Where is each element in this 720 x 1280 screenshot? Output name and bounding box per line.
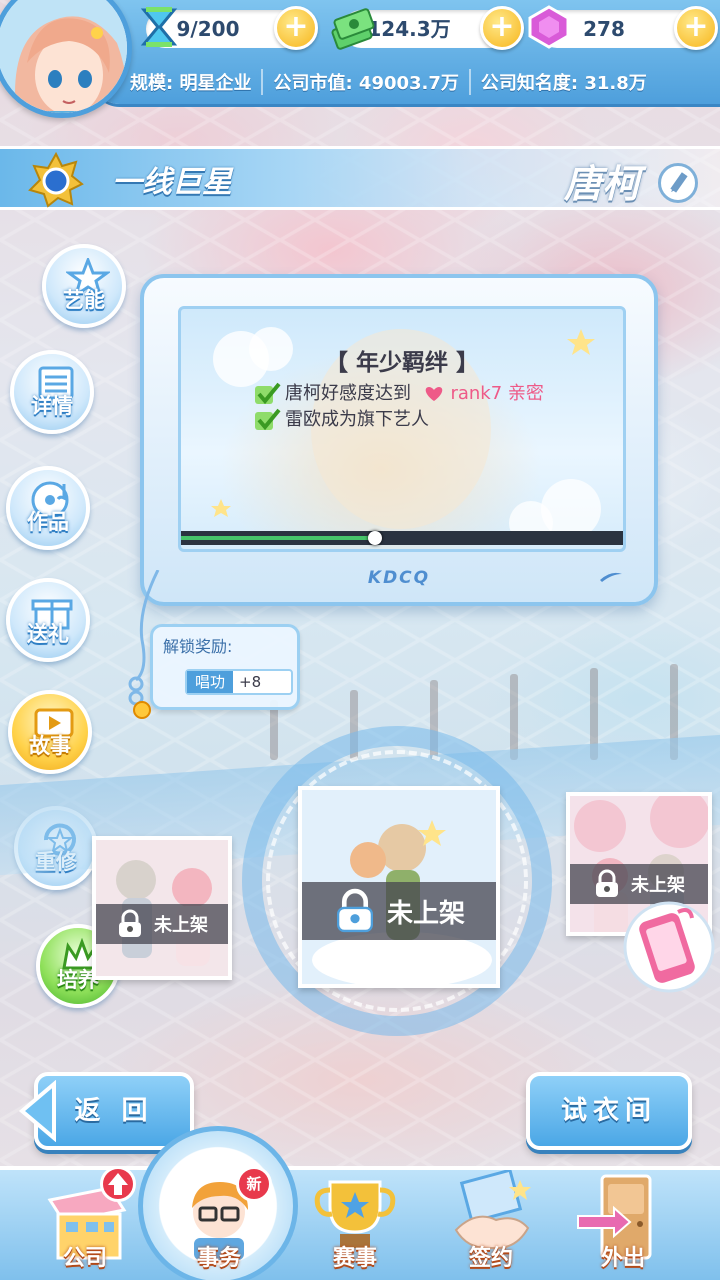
side-button-label: 故事 [29,734,71,758]
phone-icon[interactable] [620,898,718,996]
side-button-skills[interactable]: 艺能 [42,244,126,328]
nav-events[interactable]: 赛事 [300,1170,410,1276]
reward-title: 解锁奖励: [163,637,233,656]
lock-icon [119,909,141,937]
side-button-details[interactable]: 详情 [10,350,94,434]
artist-title-bar: 一线巨星 唐柯 [0,146,720,210]
lock-icon [596,869,618,897]
story-card-left[interactable]: 未上架 [92,836,232,980]
arrow-up-icon [108,1173,128,1195]
company-scale: 规模: 明星企业 [130,73,252,94]
heart-icon [425,387,443,401]
progress-knob[interactable] [368,531,383,545]
condition-text: 雷欧成为旗下艺人 [285,409,429,430]
back-button[interactable]: 返 回 [18,1072,194,1150]
tv-brand-logo: KDCQ [367,568,431,588]
rank-medal-icon [28,152,84,208]
wardrobe-button[interactable]: 试衣间 [526,1072,692,1150]
side-button-label: 详情 [31,394,73,418]
new-badge: 新 [236,1166,272,1202]
unlock-reward-box: 解锁奖励: 唱功 +8 [150,624,300,710]
edit-name-button[interactable] [658,163,698,203]
nav-outing[interactable]: 外出 [568,1170,678,1276]
back-button-label: 返 回 [74,1096,154,1126]
story-progress-bar[interactable] [181,531,623,545]
story-screen[interactable]: 【 年少羁绊 】 唐柯好感度达到 rank7 亲密 雷欧成为旗下艺人 [178,306,626,552]
wardrobe-button-label: 试衣间 [560,1096,657,1126]
unlock-condition-artist: 雷欧成为旗下艺人 [253,405,429,432]
upgrade-badge [100,1166,136,1202]
progress-fill [181,536,376,540]
card-status: 未上架 [386,898,465,929]
story-card-center[interactable]: 未上架 [298,786,500,988]
side-button-works[interactable]: 作品 [6,466,90,550]
locked-overlay: 未上架 [302,882,496,940]
checkmark-icon [255,408,281,431]
top-resource-bar: 9/200 + 124.3万 + 278 + 规模: 明星企业 公司市值: 49… [90,0,720,104]
arrow-left-icon [18,1080,56,1142]
add-stamina-button[interactable]: + [274,6,318,50]
money-stack-icon [331,8,375,50]
pencil-icon [670,172,688,193]
locked-overlay: 未上架 [96,904,228,944]
side-button-label: 送礼 [27,622,69,646]
artist-name: 唐柯 [563,162,640,206]
card-status: 未上架 [631,875,685,896]
company-fame: 公司知名度: 31.8万 [480,73,647,94]
card-status: 未上架 [154,915,208,936]
side-button-story[interactable]: 故事 [8,690,92,774]
story-tv-panel: 【 年少羁绊 】 唐柯好感度达到 rank7 亲密 雷欧成为旗下艺人 KDCQ [140,274,658,606]
add-gem-button[interactable]: + [674,6,718,50]
nav-contract[interactable]: 签约 [436,1168,546,1276]
nav-label: 事务 [196,1246,241,1271]
condition-text: 唐柯好感度达到 [285,383,411,404]
company-stats: 规模: 明星企业 公司市值: 49003.7万 公司知名度: 31.8万 [120,64,710,100]
reward-item: 唱功 +8 [185,669,293,695]
checkmark-icon [255,382,281,405]
story-title: 【 年少羁绊 】 [324,350,479,376]
reward-amount: +8 [239,673,262,691]
condition-rank: rank7 亲密 [450,383,544,404]
side-button-gift[interactable]: 送礼 [6,578,90,662]
nav-label: 外出 [600,1246,645,1271]
unlock-condition-affection: 唐柯好感度达到 rank7 亲密 [253,379,544,406]
side-button-label: 作品 [27,510,69,534]
add-cash-button[interactable]: + [480,6,524,50]
gem-icon [528,5,570,49]
company-market-value: 公司市值: 49003.7万 [273,73,459,94]
nav-label: 赛事 [332,1246,377,1271]
reward-stat: 唱功 [187,671,233,693]
artist-rank-title: 一线巨星 [112,165,232,200]
side-button-label: 艺能 [63,288,105,312]
lock-icon [336,888,374,933]
nav-label: 公司 [62,1246,107,1271]
hourglass-icon [140,7,178,47]
nav-label: 签约 [468,1246,513,1271]
bluray-logo-icon [600,572,622,582]
